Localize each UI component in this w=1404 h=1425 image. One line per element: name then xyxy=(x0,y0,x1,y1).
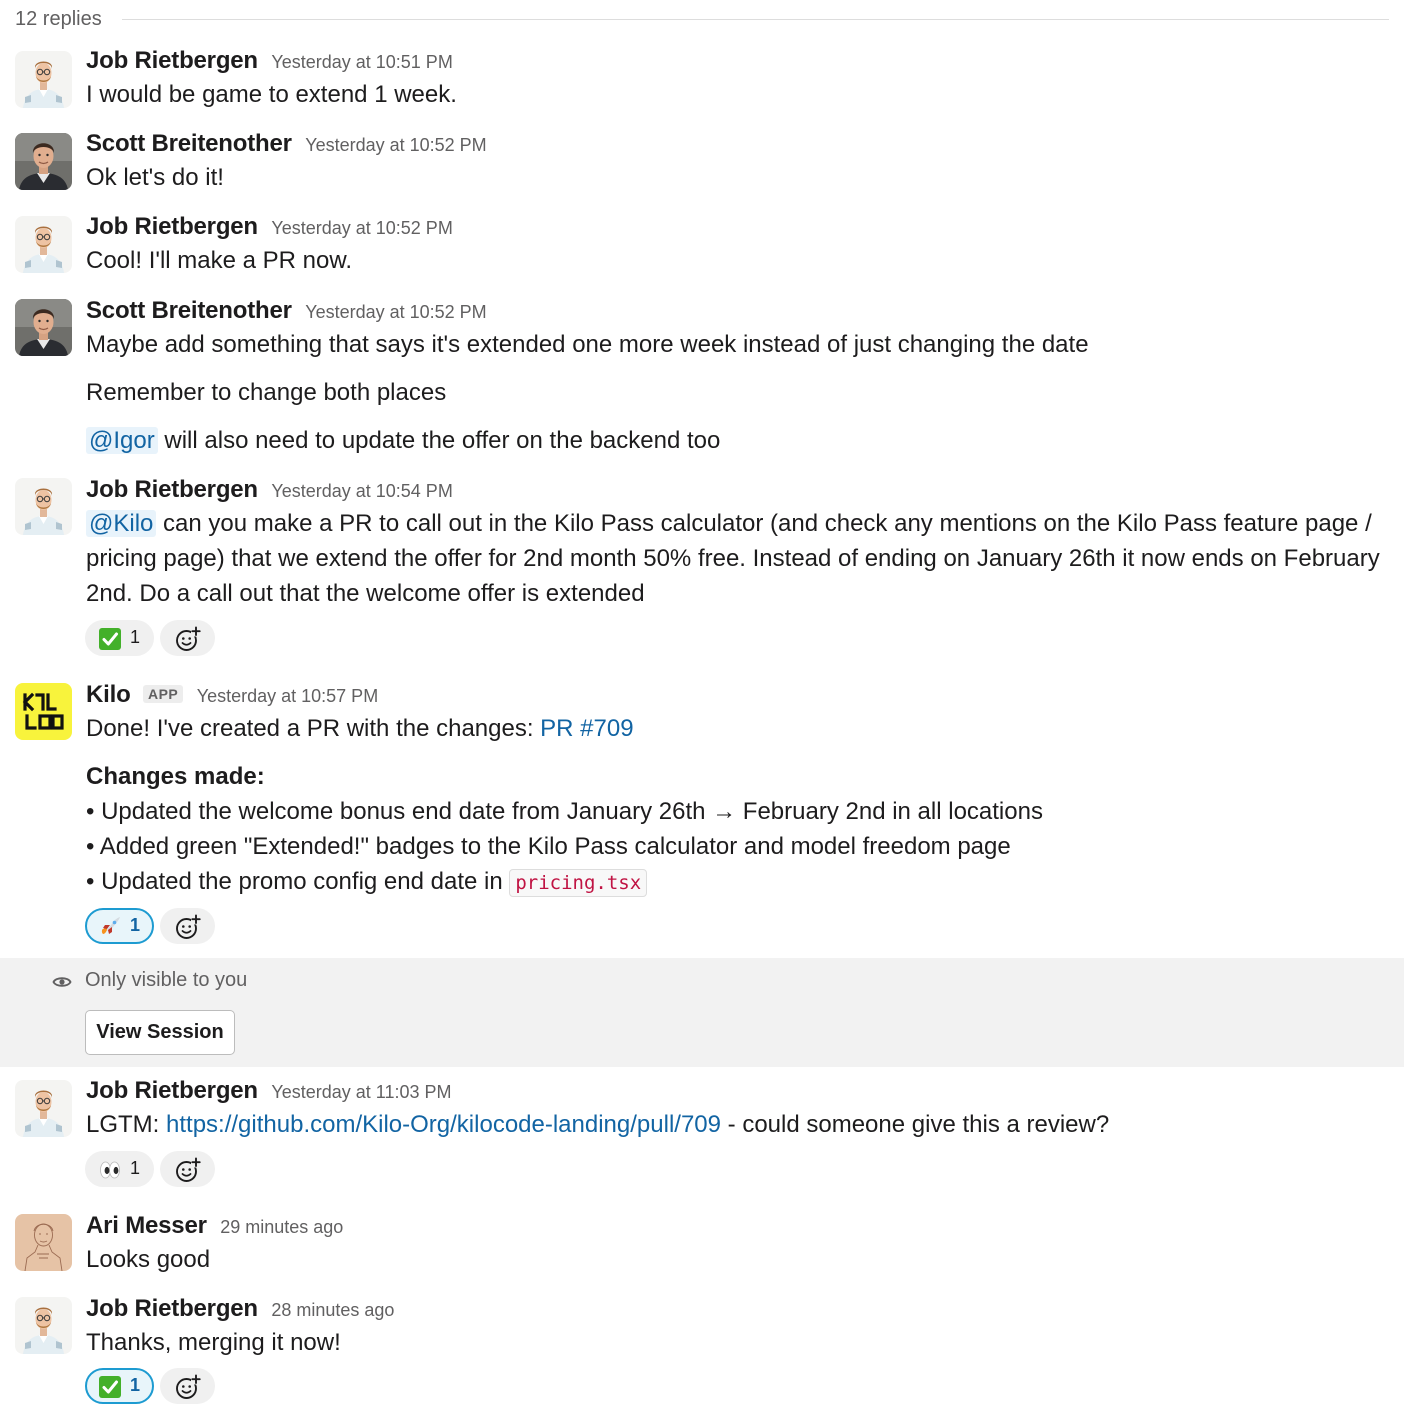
white-check-mark-icon xyxy=(98,1375,122,1399)
author-name[interactable]: Job Rietbergen xyxy=(86,476,258,504)
text-suffix: - could someone give this a review? xyxy=(721,1111,1110,1138)
add-reaction-button[interactable] xyxy=(160,1151,215,1187)
reaction-count: 1 xyxy=(130,1375,141,1395)
avatar[interactable] xyxy=(15,1214,72,1271)
author-name[interactable]: Job Rietbergen xyxy=(86,1295,258,1323)
message-text: Maybe add something that says it's exten… xyxy=(86,331,1089,358)
reaction-count: 1 xyxy=(130,1158,141,1178)
rocket-icon xyxy=(98,915,122,939)
add-reaction-button[interactable] xyxy=(160,620,215,656)
timestamp[interactable]: Yesterday at 10:54 PM xyxy=(271,481,452,502)
timestamp[interactable]: Yesterday at 10:57 PM xyxy=(197,686,378,707)
add-reaction-button[interactable] xyxy=(160,908,215,944)
bullet-text: • Updated the promo config end date in xyxy=(86,868,510,895)
bullet-item: • Added green "Extended!" badges to the … xyxy=(86,833,1011,860)
message-text: Thanks, merging it now! xyxy=(86,1329,341,1356)
changes-heading: Changes made: xyxy=(86,763,265,790)
author-name[interactable]: Job Rietbergen xyxy=(86,47,258,75)
message-text: Cool! I'll make a PR now. xyxy=(86,247,353,274)
message-text: Looks good xyxy=(86,1246,211,1273)
add-reaction-button[interactable] xyxy=(160,1368,215,1404)
message-text: Remember to change both places xyxy=(86,379,447,406)
author-name[interactable]: Scott Breitenother xyxy=(86,130,292,158)
reaction-count: 1 xyxy=(130,627,141,647)
timestamp[interactable]: 28 minutes ago xyxy=(271,1300,394,1321)
eye-icon xyxy=(52,972,72,992)
avatar[interactable] xyxy=(15,1297,72,1354)
intro-text: Done! I've created a PR with the changes… xyxy=(86,715,541,742)
user-mention[interactable]: @Kilo xyxy=(86,510,157,537)
add-emoji-icon xyxy=(174,1373,202,1401)
author-name[interactable]: Scott Breitenother xyxy=(86,297,292,325)
thread-replies-divider: 12 replies xyxy=(0,0,1404,40)
message-text-line: can you make a PR to call out in the Kil… xyxy=(156,510,1372,537)
view-session-button[interactable]: View Session xyxy=(85,1010,235,1055)
app-badge: APP xyxy=(142,685,184,703)
reaction-count: 1 xyxy=(130,915,141,935)
reaction-rocket[interactable]: 1 xyxy=(85,908,154,944)
message-text-line: pricing page) that we extend the offer f… xyxy=(86,545,1380,572)
user-mention[interactable]: @Igor xyxy=(86,427,158,454)
visibility-note: Only visible to you xyxy=(85,969,248,991)
timestamp[interactable]: Yesterday at 11:03 PM xyxy=(271,1082,451,1103)
message-text: @Kilo can you make a PR to call out in t… xyxy=(86,506,1384,541)
reaction-white-check-mark[interactable]: 1 xyxy=(85,620,154,656)
avatar[interactable] xyxy=(15,478,72,535)
message-text: I would be game to extend 1 week. xyxy=(86,81,457,108)
replies-count: 12 replies xyxy=(15,8,102,30)
text-prefix: LGTM: xyxy=(86,1111,167,1138)
author-name[interactable]: Job Rietbergen xyxy=(86,213,258,241)
mention-followup-text: will also need to update the offer on th… xyxy=(157,427,721,454)
author-name[interactable]: Kilo xyxy=(86,681,131,709)
add-emoji-icon xyxy=(174,625,202,653)
message-text: Ok let's do it! xyxy=(86,164,224,191)
timestamp[interactable]: Yesterday at 10:52 PM xyxy=(305,302,486,323)
pr-link[interactable]: PR #709 xyxy=(540,715,633,742)
message-text: Done! I've created a PR with the changes… xyxy=(86,711,1384,746)
add-emoji-icon xyxy=(174,1156,202,1184)
avatar[interactable] xyxy=(15,216,72,273)
avatar[interactable] xyxy=(15,299,72,356)
avatar[interactable] xyxy=(15,51,72,108)
divider-line xyxy=(122,19,1389,20)
ephemeral-message: Only visible to you View Session xyxy=(0,958,1404,1067)
bullet-item: • Updated the promo config end date in p… xyxy=(86,864,1384,901)
message-text: LGTM: https://github.com/Kilo-Org/kiloco… xyxy=(86,1107,1384,1142)
message-text-line: 2nd. Do a call out that the welcome offe… xyxy=(86,580,645,607)
eyes-icon xyxy=(98,1158,122,1182)
bullet-item: • Updated the welcome bonus end date fro… xyxy=(86,798,1043,825)
timestamp[interactable]: Yesterday at 10:52 PM xyxy=(305,135,486,156)
reaction-eyes[interactable]: 1 xyxy=(85,1151,154,1187)
timestamp[interactable]: Yesterday at 10:52 PM xyxy=(271,218,452,239)
message-text: @Igor will also need to update the offer… xyxy=(86,423,1384,458)
white-check-mark-icon xyxy=(98,627,122,651)
add-emoji-icon xyxy=(174,913,202,941)
github-pr-link[interactable]: https://github.com/Kilo-Org/kilocode-lan… xyxy=(166,1111,721,1138)
author-name[interactable]: Ari Messer xyxy=(86,1212,207,1240)
avatar[interactable] xyxy=(15,1080,72,1137)
avatar[interactable] xyxy=(15,133,72,190)
timestamp[interactable]: 29 minutes ago xyxy=(220,1217,343,1238)
inline-code: pricing.tsx xyxy=(509,869,648,897)
kilo-logo-icon[interactable] xyxy=(15,683,72,740)
timestamp[interactable]: Yesterday at 10:51 PM xyxy=(271,52,452,73)
author-name[interactable]: Job Rietbergen xyxy=(86,1077,258,1105)
reaction-white-check-mark[interactable]: 1 xyxy=(85,1368,154,1404)
